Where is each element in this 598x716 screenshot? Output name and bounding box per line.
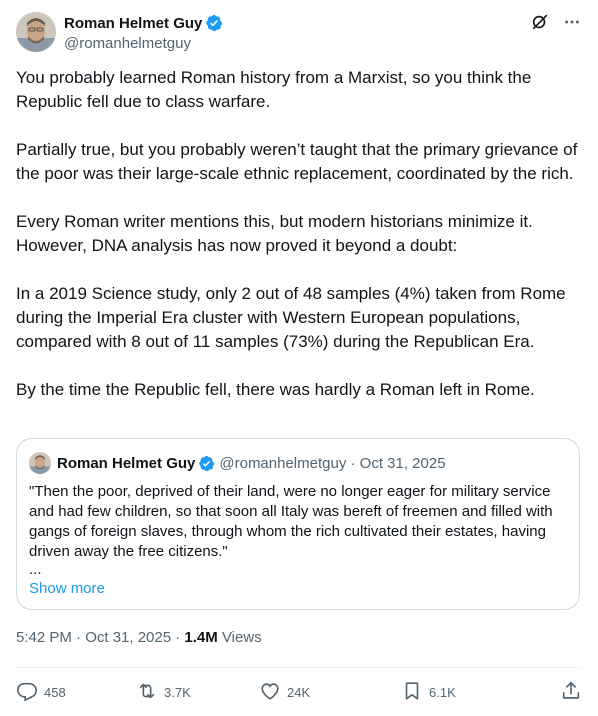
grok-icon[interactable] xyxy=(530,12,550,32)
tweet-paragraph: By the time the Republic fell, there was… xyxy=(16,380,535,399)
tweet-paragraph: In a 2019 Science study, only 2 out of 4… xyxy=(16,284,566,351)
author-handle[interactable]: @romanhelmetguy xyxy=(64,34,223,54)
tweet-paragraph: Every Roman writer mentions this, but mo… xyxy=(16,212,533,255)
bookmark-icon xyxy=(401,680,423,705)
views-count: 1.4M xyxy=(184,629,218,646)
author-name[interactable]: Roman Helmet Guy xyxy=(64,15,202,32)
quoted-avatar xyxy=(29,452,51,474)
quoted-ellipsis: ... xyxy=(29,561,42,578)
action-bar: 458 3.7K 24K 6.1K xyxy=(16,669,582,715)
quoted-handle-date: @romanhelmetguy · Oct 31, 2025 xyxy=(219,454,446,472)
tweet-paragraph: You probably learned Roman history from … xyxy=(16,68,532,111)
quoted-tweet-header: Roman Helmet Guy @romanhelmetguy · Oct 3… xyxy=(29,452,446,474)
like-button[interactable]: 24K xyxy=(259,680,401,705)
like-icon xyxy=(259,680,281,705)
quoted-tweet-text: "Then the poor, deprived of their land, … xyxy=(29,483,553,560)
divider xyxy=(16,667,582,668)
tweet-paragraph: Partially true, but you probably weren’t… xyxy=(16,140,578,183)
share-icon xyxy=(560,680,582,705)
verified-badge-icon xyxy=(198,455,215,472)
show-more-link[interactable]: Show more xyxy=(29,580,105,597)
verified-badge-icon[interactable] xyxy=(205,14,223,32)
like-count: 24K xyxy=(287,684,311,700)
tweet-text: You probably learned Roman history from … xyxy=(16,66,582,426)
share-button[interactable] xyxy=(560,680,582,705)
reply-button[interactable]: 458 xyxy=(16,680,136,705)
quoted-author-name: Roman Helmet Guy xyxy=(57,454,196,472)
repost-button[interactable]: 3.7K xyxy=(136,680,259,705)
bookmark-button[interactable]: 6.1K xyxy=(401,680,533,705)
top-actions xyxy=(530,12,582,32)
quoted-tweet[interactable]: Roman Helmet Guy @romanhelmetguy · Oct 3… xyxy=(16,438,580,610)
views-label: Views xyxy=(217,629,262,646)
timestamp-views: 5:42 PM · Oct 31, 2025 · 1.4M Views xyxy=(16,629,262,646)
tweet: Roman Helmet Guy @romanhelmetguy You pro… xyxy=(0,0,598,716)
author-block: Roman Helmet Guy @romanhelmetguy xyxy=(64,13,223,54)
repost-icon xyxy=(136,680,158,705)
reply-icon xyxy=(16,680,38,705)
more-icon[interactable] xyxy=(562,12,582,32)
bookmark-count: 6.1K xyxy=(429,684,456,700)
avatar[interactable] xyxy=(16,12,56,52)
reply-count: 458 xyxy=(44,684,66,700)
repost-count: 3.7K xyxy=(164,684,191,700)
timestamp[interactable]: 5:42 PM · Oct 31, 2025 · xyxy=(16,629,184,646)
